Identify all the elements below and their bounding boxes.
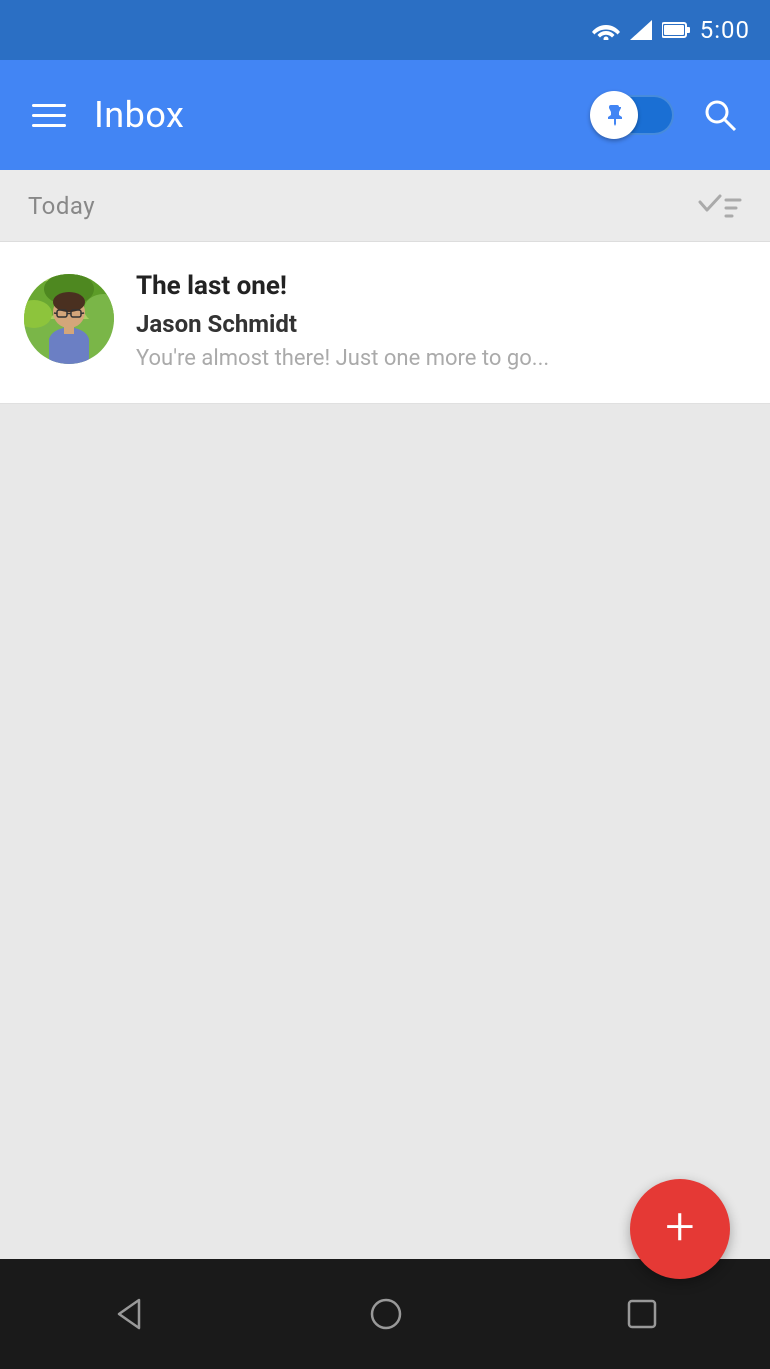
fab-plus-icon: + bbox=[665, 1201, 694, 1253]
avatar-image bbox=[24, 274, 114, 364]
menu-line-3 bbox=[32, 124, 66, 127]
app-bar-title: Inbox bbox=[94, 94, 574, 136]
toggle-track[interactable] bbox=[594, 95, 674, 135]
menu-button[interactable] bbox=[24, 96, 74, 135]
content-area: + bbox=[0, 404, 770, 1369]
email-content: The last one! Jason Schmidt You're almos… bbox=[136, 270, 746, 375]
battery-icon bbox=[662, 20, 690, 40]
search-button[interactable] bbox=[694, 89, 746, 141]
recents-icon bbox=[625, 1297, 659, 1331]
page-wrapper: 5:00 Inbox bbox=[0, 0, 770, 1369]
section-label: Today bbox=[28, 192, 95, 220]
sender-avatar bbox=[24, 274, 114, 364]
toggle-thumb bbox=[590, 91, 638, 139]
section-header: Today bbox=[0, 170, 770, 242]
menu-line-2 bbox=[32, 114, 66, 117]
email-preview: You're almost there! Just one more to go… bbox=[136, 344, 746, 375]
search-icon bbox=[702, 97, 738, 133]
check-list-icon bbox=[698, 192, 742, 220]
status-icons: 5:00 bbox=[592, 16, 750, 44]
status-time: 5:00 bbox=[700, 16, 750, 44]
wifi-icon bbox=[592, 20, 620, 40]
back-button[interactable] bbox=[81, 1286, 177, 1342]
home-icon bbox=[368, 1296, 404, 1332]
pin-icon bbox=[602, 103, 626, 127]
menu-line-1 bbox=[32, 104, 66, 107]
email-item[interactable]: The last one! Jason Schmidt You're almos… bbox=[0, 242, 770, 404]
home-button[interactable] bbox=[338, 1286, 434, 1342]
email-sender: Jason Schmidt bbox=[136, 310, 746, 338]
nav-bar bbox=[0, 1259, 770, 1369]
priority-toggle[interactable] bbox=[594, 95, 674, 135]
app-bar: Inbox bbox=[0, 60, 770, 170]
back-icon bbox=[111, 1296, 147, 1332]
email-subject: The last one! bbox=[136, 270, 746, 304]
mark-all-button[interactable] bbox=[698, 192, 742, 220]
status-bar: 5:00 bbox=[0, 0, 770, 60]
compose-fab[interactable]: + bbox=[630, 1179, 730, 1279]
recents-button[interactable] bbox=[595, 1287, 689, 1341]
signal-icon bbox=[630, 20, 652, 40]
